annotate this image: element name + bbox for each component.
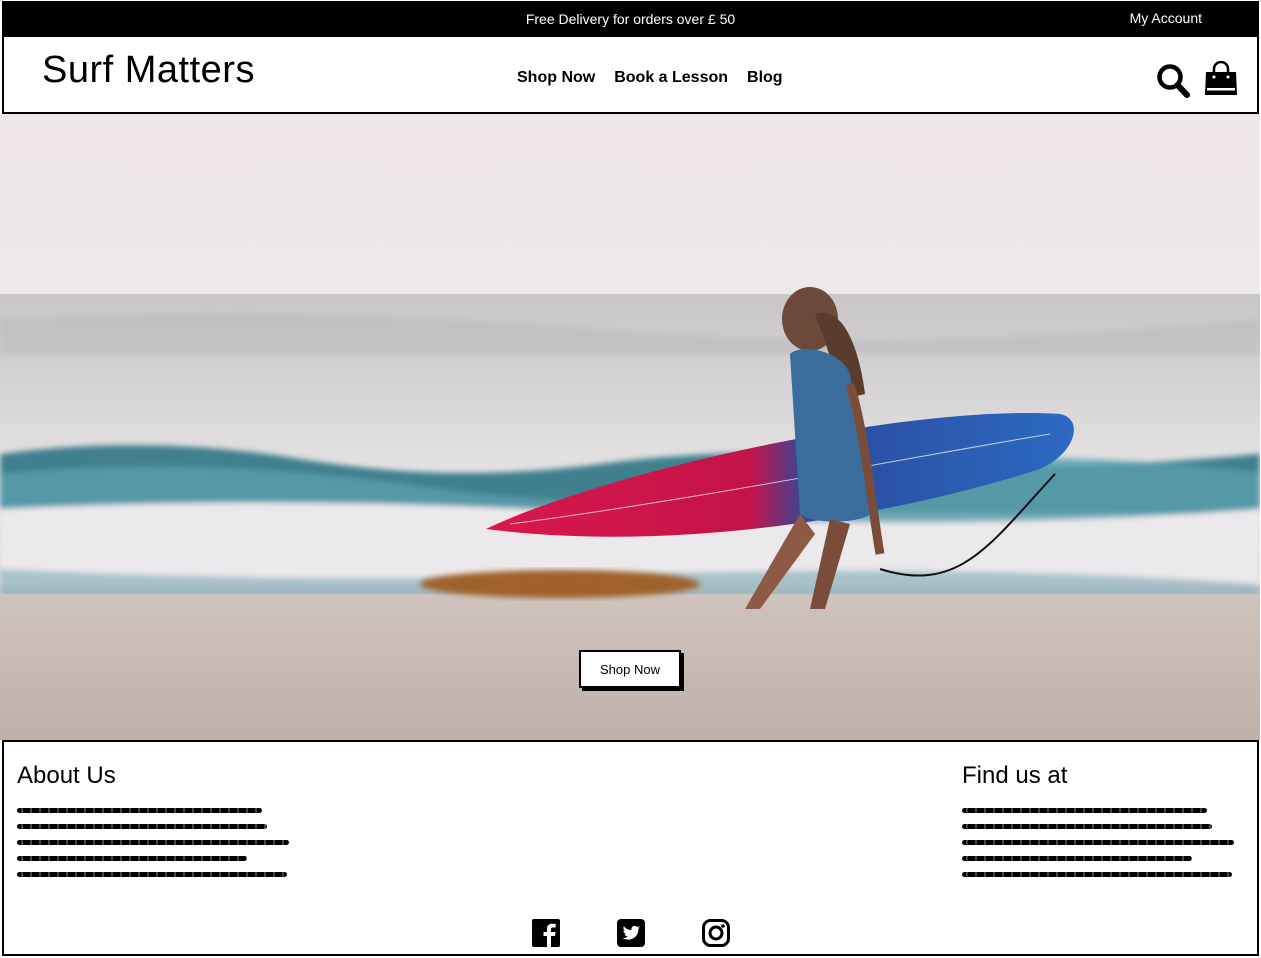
search-icon[interactable] xyxy=(1156,63,1190,99)
about-us-heading: About Us xyxy=(17,762,116,789)
nav-shop-now[interactable]: Shop Now xyxy=(517,69,595,87)
site-logo[interactable]: Surf Matters xyxy=(42,49,255,92)
nav-blog[interactable]: Blog xyxy=(747,69,783,87)
shopping-bag-icon[interactable] xyxy=(1203,60,1239,97)
main-nav: Shop Now Book a Lesson Blog xyxy=(517,69,802,87)
hero-image xyxy=(0,114,1260,740)
site-footer: About Us Find us at xyxy=(2,740,1259,956)
my-account-link[interactable]: My Account xyxy=(1130,10,1202,26)
about-us-placeholder-text xyxy=(17,808,292,888)
nav-book-a-lesson[interactable]: Book a Lesson xyxy=(614,69,728,87)
instagram-icon[interactable] xyxy=(701,918,731,948)
facebook-icon[interactable] xyxy=(531,918,561,948)
twitter-icon[interactable] xyxy=(616,918,646,948)
hero-shop-now-button[interactable]: Shop Now xyxy=(579,650,681,688)
find-us-placeholder-text xyxy=(962,808,1237,888)
find-us-heading: Find us at xyxy=(962,762,1068,789)
site-header: Surf Matters Shop Now Book a Lesson Blog xyxy=(2,37,1259,114)
promo-text: Free Delivery for orders over £ 50 xyxy=(525,11,736,27)
promo-bar: Free Delivery for orders over £ 50 My Ac… xyxy=(2,1,1259,37)
